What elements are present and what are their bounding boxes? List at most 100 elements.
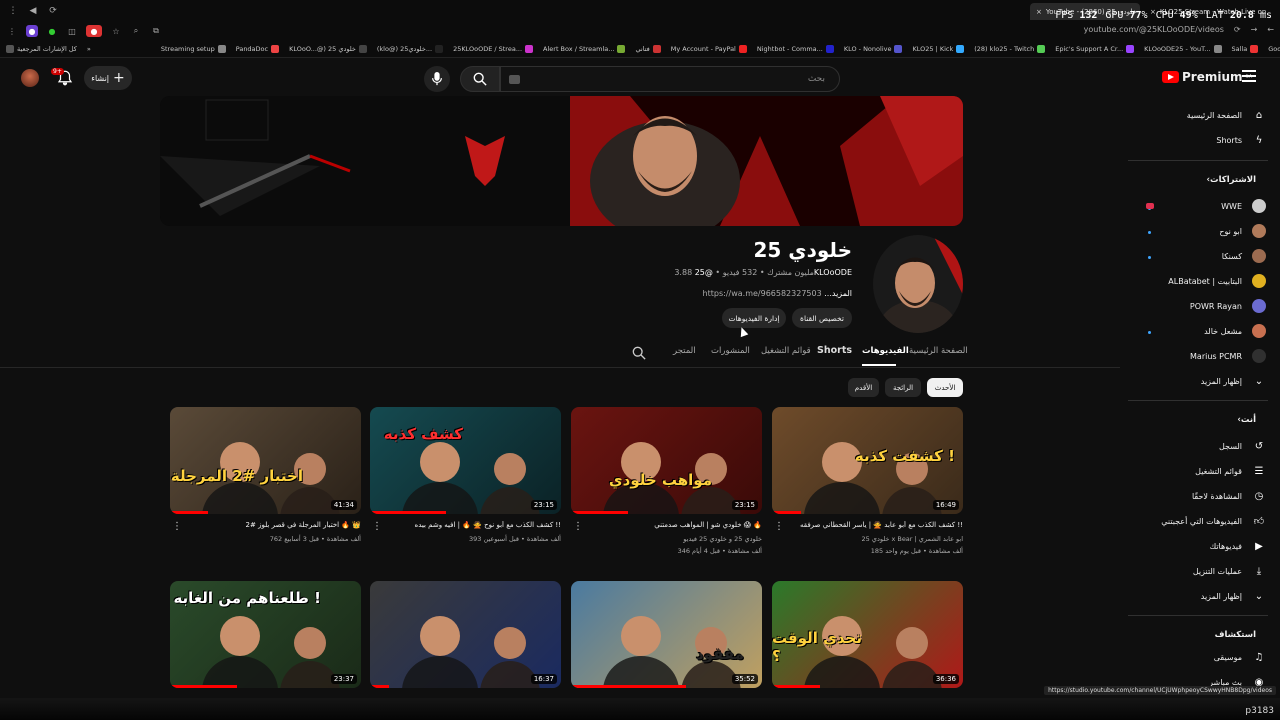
video-card[interactable]: مفقود 35:52: [571, 581, 762, 688]
extension-icon[interactable]: ●: [26, 25, 38, 37]
video-channel[interactable]: خلودي 25 x Bear | ابو عابد الشمري: [778, 535, 963, 543]
address-bar[interactable]: youtube.com/@25KLOoODE/videos: [1084, 25, 1224, 34]
more-actions-icon[interactable]: ⋮: [774, 521, 784, 532]
create-button[interactable]: إنشاء +: [84, 66, 132, 90]
bookmark-item[interactable]: PandaDoc: [236, 44, 280, 53]
search-input[interactable]: بحث: [500, 66, 840, 92]
video-card[interactable]: تحدي الوقت ؟ 36:36: [772, 581, 963, 688]
bookmarks-overflow-icon[interactable]: »: [87, 45, 91, 53]
video-title[interactable]: كشف الكذب مع أبو عابد 🙅 | ياسر القحطاني …: [778, 521, 963, 529]
tab-store[interactable]: المتجر: [673, 346, 696, 356]
more-actions-icon[interactable]: ⋮: [372, 521, 382, 532]
rec-icon[interactable]: ●: [86, 25, 102, 37]
sidebar-item-download[interactable]: عمليات التنزيل ⤓: [1193, 560, 1266, 582]
video-thumbnail[interactable]: اختبار #2 المرجلة 41:34: [170, 407, 361, 514]
bookmark-item[interactable]: (28) klo25 - Twitch: [974, 44, 1046, 53]
more-actions-icon[interactable]: ⋮: [172, 521, 182, 532]
video-thumbnail[interactable]: مفقود 35:52: [571, 581, 762, 688]
more-actions-icon[interactable]: ⋮: [573, 521, 583, 532]
bookmark-item[interactable]: فتاني: [635, 44, 661, 53]
sidebar-subscription[interactable]: مشعل خالد: [1204, 320, 1266, 342]
video-title[interactable]: اختبار المرجلة في قصر بلوز #2 🔥 👑: [176, 521, 361, 529]
bookmark-item[interactable]: Google: [1268, 45, 1280, 53]
bookmark-item[interactable]: Nightbot - Comma...: [757, 44, 834, 53]
customize-channel-button[interactable]: تخصيص القناة: [792, 308, 852, 328]
bookmark-item[interactable]: Epic's Support A Cr...: [1055, 44, 1135, 53]
sidebar-subscription[interactable]: ALBatabet | البتابيت: [1168, 270, 1266, 292]
guide-menu-icon[interactable]: [1242, 70, 1256, 82]
you-heading[interactable]: ‹أنت: [1237, 415, 1256, 425]
bookmark-item[interactable]: كل الإشارات المرجعية: [6, 44, 77, 53]
bookmark-item[interactable]: KLO25 | Kick: [912, 44, 965, 53]
keyboard-icon[interactable]: [509, 75, 520, 84]
channel-more-link[interactable]: ...المزيد: [824, 289, 852, 298]
video-title[interactable]: خلودي شو | المواهب صدمتني 😱 🔥: [577, 521, 762, 529]
bookmark-item[interactable]: Alert Box / Streamla...: [543, 44, 626, 53]
bookmark-item[interactable]: KLO - Nonolive: [844, 44, 903, 53]
sidebar-item-chevron-down[interactable]: إظهار المزيد ⌄: [1201, 585, 1266, 607]
tab-posts[interactable]: المنشورات: [711, 346, 750, 356]
sidebar-item-clock[interactable]: المشاهدة لاحقًا ◷: [1192, 485, 1266, 507]
chip-oldest[interactable]: الأقدم: [848, 378, 879, 397]
forward-icon[interactable]: →: [1251, 25, 1258, 34]
tab-playlists[interactable]: قوائم التشغيل: [761, 346, 811, 356]
reload-icon[interactable]: ⟳: [1234, 25, 1241, 34]
sidebar-item-music[interactable]: موسيقى ♫: [1214, 646, 1266, 668]
sidebar-item-video[interactable]: فيديوهاتك ▶: [1210, 535, 1266, 557]
puzzle-icon[interactable]: ◫: [66, 25, 78, 37]
sidebar-item-shorts[interactable]: Shorts ϟ: [1216, 129, 1266, 151]
video-title[interactable]: كشف الكذب مع أبو نوح 🙅 🔥 | افيه وشم بيده…: [376, 521, 561, 529]
channel-link[interactable]: https://wa.me/966582327503: [703, 289, 822, 298]
tab-videos[interactable]: الفيديوهات: [862, 346, 909, 356]
bookmark-item[interactable]: Streaming setup: [161, 44, 226, 53]
bookmark-item[interactable]: My Account - PayPal: [671, 44, 747, 53]
video-thumbnail[interactable]: كشفت كذبه ! 16:49: [772, 407, 963, 514]
sidebar-item-like[interactable]: الفيديوهات التي أعجبتني 👍︎: [1161, 510, 1266, 532]
status-icon[interactable]: ●: [46, 25, 58, 37]
manage-videos-button[interactable]: إدارة الفيديوهات: [722, 308, 786, 328]
bookmark-item[interactable]: KLOoO...@) خلودي 25: [289, 44, 367, 53]
back-icon[interactable]: ←: [1267, 25, 1274, 34]
tab-home[interactable]: الصفحة الرئيسية: [909, 346, 968, 356]
channel-search-icon[interactable]: [632, 345, 646, 364]
share-icon[interactable]: ⧉: [150, 25, 162, 37]
bookmark-item[interactable]: KLOoODE25 - YouT...: [1144, 44, 1222, 53]
sidebar-subscription[interactable]: POWR Rayan: [1190, 295, 1266, 317]
sidebar-item-history[interactable]: السجل ↺: [1219, 435, 1266, 457]
close-icon[interactable]: ×: [1036, 8, 1042, 16]
chip-latest[interactable]: الأحدث: [927, 378, 963, 397]
sidebar-item-playlist[interactable]: قوائم التشغيل ☰: [1195, 460, 1266, 482]
bookmark-item[interactable]: 25KLOoODE / Strea...: [453, 44, 534, 53]
bookmark-item[interactable]: (klo@) خلودي25...: [377, 44, 444, 53]
chip-popular[interactable]: الرائجة: [885, 378, 921, 397]
video-card[interactable]: مواهب خلودي 23:15 خلودي شو | المواهب صدمتن…: [571, 407, 762, 555]
sidebar-subscription[interactable]: كسنكا: [1222, 245, 1266, 267]
account-avatar[interactable]: [21, 69, 39, 87]
sidebar-subscription[interactable]: WWE: [1221, 195, 1266, 217]
tab-shorts[interactable]: Shorts: [817, 345, 852, 356]
menu-icon[interactable]: ⋮: [6, 25, 18, 37]
channel-avatar[interactable]: [873, 235, 963, 333]
video-card[interactable]: طلعناهم من الغابه ! 23:37: [170, 581, 361, 688]
voice-search-button[interactable]: [424, 66, 450, 92]
video-thumbnail[interactable]: تحدي الوقت ؟ 36:36: [772, 581, 963, 688]
search-button[interactable]: [460, 66, 500, 92]
youtube-logo[interactable]: Premium SA: [1162, 70, 1252, 84]
video-thumbnail[interactable]: مواهب خلودي 23:15: [571, 407, 762, 514]
star-icon[interactable]: ☆: [110, 25, 122, 37]
bookmark-item[interactable]: Salla: [1232, 44, 1259, 53]
video-card[interactable]: كشف كذبه 23:15 كشف الكذب مع أبو نوح 🙅 🔥 | …: [370, 407, 561, 543]
video-thumbnail[interactable]: 16:37: [370, 581, 561, 688]
video-thumbnail[interactable]: طلعناهم من الغابه ! 23:37: [170, 581, 361, 688]
sidebar-subscription[interactable]: ابو نوح: [1219, 220, 1266, 242]
back-icon[interactable]: ◀: [26, 4, 40, 18]
video-card[interactable]: كشفت كذبه ! 16:49 كشف الكذب مع أبو عابد 🙅 …: [772, 407, 963, 555]
video-channel[interactable]: خلودي 25 و خلودي 25 فيديو: [577, 535, 762, 543]
sidebar-subscription[interactable]: Marius PCMR: [1190, 345, 1266, 367]
video-card[interactable]: اختبار #2 المرجلة 41:34 اختبار المرجلة في …: [170, 407, 361, 543]
video-card[interactable]: 16:37: [370, 581, 561, 688]
video-thumbnail[interactable]: كشف كذبه 23:15: [370, 407, 561, 514]
zoom-icon[interactable]: ⌕: [130, 25, 142, 37]
sidebar-item-home[interactable]: الصفحة الرئيسية ⌂: [1187, 104, 1266, 126]
subscriptions-heading[interactable]: ‹الاشتراكات: [1207, 175, 1256, 185]
